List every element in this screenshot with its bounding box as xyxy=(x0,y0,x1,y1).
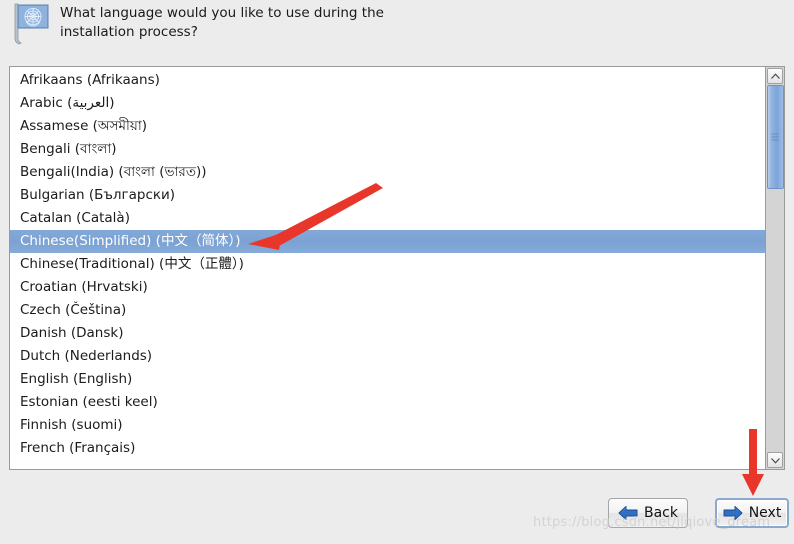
list-item[interactable]: Bengali(India) (বাংলা (ভারত)) xyxy=(10,161,765,184)
list-item[interactable]: Croatian (Hrvatski) xyxy=(10,276,765,299)
scrollbar-thumb[interactable] xyxy=(766,85,784,189)
list-item[interactable]: Czech (Čeština) xyxy=(10,299,765,322)
list-item[interactable]: English (English) xyxy=(10,368,765,391)
scrollbar-up-button[interactable] xyxy=(767,68,784,84)
language-list-items: Afrikaans (Afrikaans) Arabic (العربية) A… xyxy=(10,67,766,460)
list-item[interactable]: Assamese (অসমীয়া) xyxy=(10,115,765,138)
header-bar: What language would you like to use duri… xyxy=(0,0,794,56)
list-item[interactable]: Chinese(Traditional) (中文（正體）) xyxy=(10,253,765,276)
list-item[interactable]: Finnish (suomi) xyxy=(10,414,765,437)
list-item[interactable]: Bulgarian (Български) xyxy=(10,184,765,207)
list-item[interactable]: Afrikaans (Afrikaans) xyxy=(10,69,765,92)
list-item[interactable]: Arabic (العربية) xyxy=(10,92,765,115)
watermark-text: https://blog.csdn.net/jiqiove_dream xyxy=(533,515,771,530)
language-list-box[interactable]: Afrikaans (Afrikaans) Arabic (العربية) A… xyxy=(9,66,785,470)
list-item[interactable]: Bengali (বাংলা) xyxy=(10,138,765,161)
chevron-down-icon xyxy=(770,457,780,464)
list-item[interactable]: Danish (Dansk) xyxy=(10,322,765,345)
vertical-scrollbar[interactable] xyxy=(765,67,784,469)
list-item-selected[interactable]: Chinese(Simplified) (中文（简体）) xyxy=(10,230,766,253)
list-item[interactable]: Catalan (Català) xyxy=(10,207,765,230)
un-flag-icon xyxy=(8,2,54,46)
scrollbar-down-button[interactable] xyxy=(767,452,784,468)
page-title: What language would you like to use duri… xyxy=(60,5,384,40)
scrollbar-track[interactable] xyxy=(766,85,784,451)
language-list-viewport[interactable]: Afrikaans (Afrikaans) Arabic (العربية) A… xyxy=(10,67,766,469)
list-item[interactable]: Dutch (Nederlands) xyxy=(10,345,765,368)
list-item[interactable]: French (Français) xyxy=(10,437,765,460)
list-item[interactable]: Estonian (eesti keel) xyxy=(10,391,765,414)
scrollbar-grip-icon xyxy=(771,132,779,143)
chevron-up-icon xyxy=(770,72,780,80)
